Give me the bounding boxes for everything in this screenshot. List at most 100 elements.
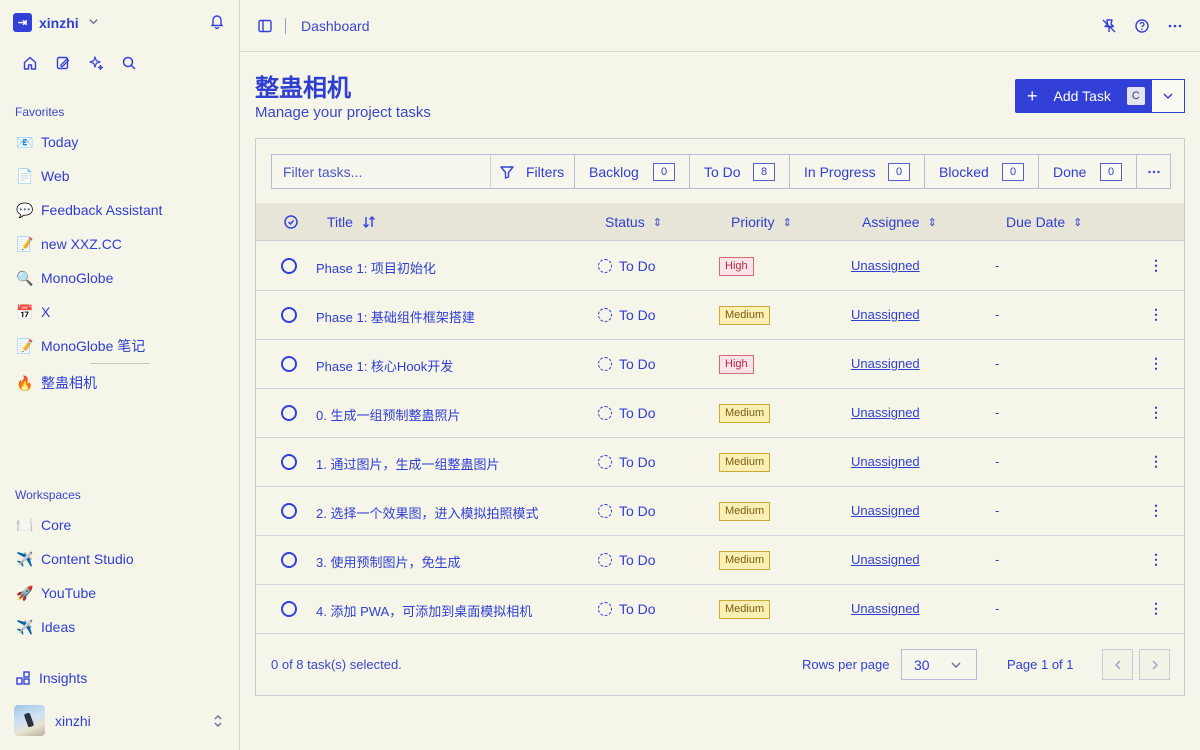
task-title[interactable]: 4. 添加 PWA，可添加到桌面模拟相机 [316,601,532,620]
task-status[interactable]: To Do [598,601,656,617]
table-row[interactable]: 2. 选择一个效果图，进入模拟拍照模式 To Do Medium Unassigned… [256,487,1184,536]
row-actions-icon[interactable]: ⋮ [1149,503,1163,517]
task-title[interactable]: Phase 1: 核心Hook开发 [316,356,453,375]
filter-tasks-input[interactable]: Filter tasks... [272,155,491,188]
add-task-button[interactable]: + Add Task C [1015,79,1151,113]
status-filter-backlog[interactable]: Backlog 0 [575,155,690,188]
row-checkbox[interactable] [281,258,297,274]
previous-page-button[interactable] [1102,649,1133,680]
workspace-switcher[interactable]: ⇥ xinzhi [13,13,99,32]
row-actions-icon[interactable]: ⋮ [1149,258,1163,272]
status-filter-blocked[interactable]: Blocked 0 [925,155,1039,188]
chevron-right-icon [1147,657,1163,673]
favorites-list: 📧 Today 📄 Web 💬 Feedback Assistant 📝 new… [16,125,162,363]
status-filter-done[interactable]: Done 0 [1039,155,1137,188]
more-horizontal-icon[interactable] [1167,18,1183,34]
task-title[interactable]: 0. 生成一组预制整蛊照片 [316,405,460,424]
column-header-due-date[interactable]: Due Date ⇕ [1006,214,1082,230]
select-all-checkbox[interactable] [283,214,299,230]
task-status[interactable]: To Do [598,356,656,372]
table-row[interactable]: 3. 使用预制图片，免生成 To Do Medium Unassigned - ⋮ [256,536,1184,585]
row-actions-icon[interactable]: ⋮ [1149,552,1163,566]
sidebar-item-x[interactable]: 📅 X [16,295,162,329]
help-icon[interactable] [1134,18,1150,34]
add-task-dropdown-button[interactable] [1151,79,1185,113]
row-checkbox[interactable] [281,307,297,323]
column-header-status[interactable]: Status ⇕ [605,214,662,230]
task-status[interactable]: To Do [598,552,656,568]
row-checkbox[interactable] [281,503,297,519]
task-assignee[interactable]: Unassigned [851,356,920,371]
task-status[interactable]: To Do [598,405,656,421]
task-assignee[interactable]: Unassigned [851,454,920,469]
toolbar-more-button[interactable] [1137,155,1170,188]
rows-per-page-select[interactable]: 30 [901,649,977,680]
task-status[interactable]: To Do [598,307,656,323]
task-assignee[interactable]: Unassigned [851,552,920,567]
sidebar-item-ideas[interactable]: ✈️ Ideas [16,610,134,644]
sidebar-item-youtube[interactable]: 🚀 YouTube [16,576,134,610]
table-row[interactable]: 0. 生成一组预制整蛊照片 To Do Medium Unassigned - ⋮ [256,389,1184,438]
sidebar-item-feedback-assistant[interactable]: 💬 Feedback Assistant [16,193,162,227]
row-actions-icon[interactable]: ⋮ [1149,454,1163,468]
row-checkbox[interactable] [281,356,297,372]
task-assignee[interactable]: Unassigned [851,307,920,322]
status-filter-in-progress[interactable]: In Progress 0 [790,155,925,188]
sidebar-item-content-studio[interactable]: ✈️ Content Studio [16,542,134,576]
sidebar-item-today[interactable]: 📧 Today [16,125,162,159]
table-row[interactable]: 4. 添加 PWA，可添加到桌面模拟相机 To Do Medium Unassigne… [256,585,1184,634]
task-title[interactable]: 1. 通过图片，生成一组整蛊图片 [316,454,499,473]
next-page-button[interactable] [1139,649,1170,680]
pin-off-icon[interactable] [1101,18,1117,34]
row-checkbox[interactable] [281,552,297,568]
row-actions-icon[interactable]: ⋮ [1149,356,1163,370]
column-header-assignee[interactable]: Assignee ⇕ [862,214,937,230]
breadcrumb[interactable]: Dashboard [301,18,370,34]
task-title[interactable]: Phase 1: 项目初始化 [316,258,436,277]
row-checkbox[interactable] [281,405,297,421]
edit-note-icon[interactable] [55,55,71,71]
table-row[interactable]: Phase 1: 基础组件框架搭建 To Do Medium Unassigned - ⋮ [256,291,1184,340]
task-assignee[interactable]: Unassigned [851,503,920,518]
sidebar-item-new-xxz-cc[interactable]: 📝 new XXZ.CC [16,227,162,261]
row-actions-icon[interactable]: ⋮ [1149,405,1163,419]
table-row[interactable]: Phase 1: 核心Hook开发 To Do High Unassigned - ⋮ [256,340,1184,389]
row-actions-icon[interactable]: ⋮ [1149,307,1163,321]
sidebar-item-core[interactable]: 🍽️ Core [16,508,134,542]
column-header-title[interactable]: Title [327,214,377,230]
task-status[interactable]: To Do [598,258,656,274]
priority-badge: High [719,355,754,374]
sidebar-item-monoglobe-notes[interactable]: 📝 MonoGlobe 笔记 [16,329,162,363]
table-row[interactable]: Phase 1: 项目初始化 To Do High Unassigned - ⋮ [256,242,1184,291]
sidebar-item-web[interactable]: 📄 Web [16,159,162,193]
row-checkbox[interactable] [281,601,297,617]
status-label: To Do [619,552,656,568]
sidebar-item-prank-camera[interactable]: 🔥 整蛊相机 [16,366,97,400]
task-status[interactable]: To Do [598,503,656,519]
column-header-priority[interactable]: Priority ⇕ [731,214,792,230]
insights-link[interactable]: Insights [15,670,87,686]
status-filter-todo[interactable]: To Do 8 [690,155,790,188]
row-checkbox[interactable] [281,454,297,470]
task-assignee[interactable]: Unassigned [851,258,920,273]
task-assignee[interactable]: Unassigned [851,405,920,420]
sort-icon: ⇕ [1073,216,1083,229]
status-filter-label: Done [1053,163,1087,180]
more-horizontal-icon [1146,164,1162,180]
table-row[interactable]: 1. 通过图片，生成一组整蛊图片 To Do Medium Unassigned - ⋮ [256,438,1184,487]
filters-button[interactable]: Filters [491,155,575,188]
task-title[interactable]: Phase 1: 基础组件框架搭建 [316,307,475,326]
home-icon[interactable] [22,55,38,71]
task-title[interactable]: 3. 使用预制图片，免生成 [316,552,460,571]
sidebar-item-monoglobe[interactable]: 🔍 MonoGlobe [16,261,162,295]
user-menu[interactable]: xinzhi [14,705,226,736]
task-title[interactable]: 2. 选择一个效果图，进入模拟拍照模式 [316,503,538,522]
sparkles-icon[interactable] [88,55,104,71]
row-actions-icon[interactable]: ⋮ [1149,601,1163,615]
task-assignee[interactable]: Unassigned [851,601,920,616]
task-status[interactable]: To Do [598,454,656,470]
status-todo-icon [598,259,612,273]
bell-icon[interactable] [209,13,225,29]
sidebar-toggle-icon[interactable] [257,18,273,34]
search-icon[interactable] [121,55,137,71]
